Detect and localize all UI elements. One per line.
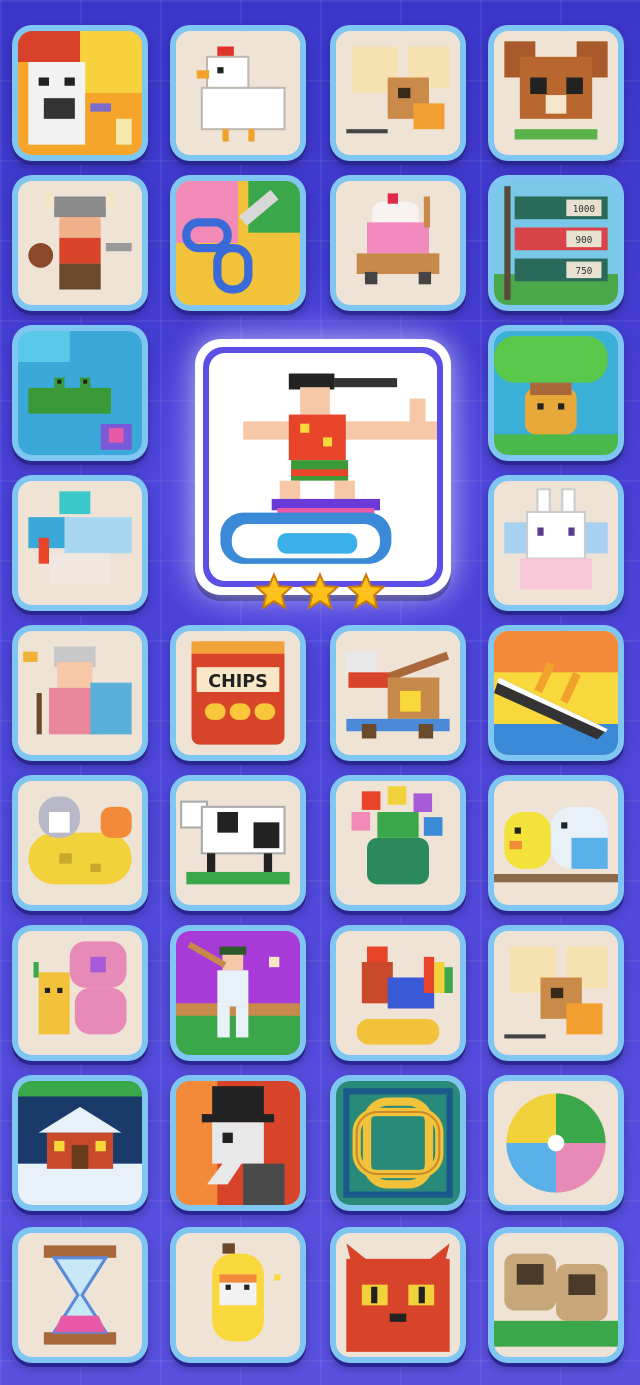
puzzle-tile-leaf-umbrella-bird[interactable] <box>488 325 624 461</box>
chihuahua-icon <box>494 31 618 155</box>
puzzle-tile-snowy-cabin[interactable] <box>12 1075 148 1211</box>
leaf-umbrella-bird-icon <box>494 331 618 455</box>
score-signs-icon: 1000 900 750 <box>494 181 618 305</box>
featured-puzzle-surfer[interactable] <box>195 339 451 595</box>
puzzle-tile-birds[interactable] <box>488 775 624 911</box>
puzzle-tile-angry-cat[interactable] <box>12 25 148 161</box>
star-icon <box>300 572 340 612</box>
hummingbird-icon <box>18 481 142 605</box>
chips-bag-icon: CHIPS <box>176 631 300 755</box>
puzzle-tile-chicken[interactable] <box>170 25 306 161</box>
featured-ring <box>203 347 443 587</box>
butterfly-icon <box>18 931 142 1055</box>
puzzle-tile-plague-doctor[interactable] <box>170 1075 306 1211</box>
featured-star-rating <box>254 572 386 612</box>
puzzle-tile-beach-ball[interactable] <box>488 1075 624 1211</box>
puzzle-tile-crocodile[interactable] <box>12 325 148 461</box>
puzzle-tile-chihuahua[interactable] <box>488 25 624 161</box>
puzzle-tile-moth-2[interactable] <box>488 925 624 1061</box>
catapult-cat-icon <box>336 631 460 755</box>
puzzle-tile-grandma[interactable] <box>12 625 148 761</box>
beach-ball-icon <box>494 1081 618 1205</box>
plague-doctor-icon <box>176 1081 300 1205</box>
score-label-3: 750 <box>576 266 593 277</box>
puzzle-tile-hummingbird[interactable] <box>12 475 148 611</box>
moon-penguin-icon <box>18 781 142 905</box>
puzzle-tile-rooster[interactable] <box>330 925 466 1061</box>
puzzle-tile-scissors[interactable] <box>170 175 306 311</box>
chicken-icon <box>176 31 300 155</box>
puzzle-tile-bunny[interactable] <box>488 475 624 611</box>
puzzle-tile-chips-bag[interactable]: CHIPS <box>170 625 306 761</box>
puzzle-tile-celtic-knot[interactable] <box>330 1075 466 1211</box>
puzzle-tile-score-signs[interactable]: 1000 900 750 <box>488 175 624 311</box>
birds-icon <box>494 781 618 905</box>
rooster-icon <box>336 931 460 1055</box>
puzzle-tile-moth[interactable] <box>330 25 466 161</box>
puzzle-tile-pug-pillows[interactable] <box>488 1227 624 1363</box>
pug-pillows-icon <box>494 1233 618 1357</box>
puzzle-tile-red-cat[interactable] <box>330 1227 466 1363</box>
chips-label: CHIPS <box>208 672 268 692</box>
hourglass-icon <box>18 1233 142 1357</box>
puzzle-tile-moon-penguin[interactable] <box>12 775 148 911</box>
crocodile-icon <box>18 331 142 455</box>
puzzle-tile-cow[interactable] <box>170 775 306 911</box>
viking-icon <box>18 181 142 305</box>
moth-icon <box>336 31 460 155</box>
puzzle-tile-hourglass[interactable] <box>12 1227 148 1363</box>
flower-bouquet-icon <box>336 781 460 905</box>
sinking-ship-icon <box>494 631 618 755</box>
star-icon <box>254 572 294 612</box>
bunny-icon <box>494 481 618 605</box>
surfer-icon <box>209 353 437 581</box>
grandma-icon <box>18 631 142 755</box>
cricket-player-icon <box>176 931 300 1055</box>
celtic-knot-icon <box>336 1081 460 1205</box>
puzzle-tile-viking[interactable] <box>12 175 148 311</box>
snowy-cabin-icon <box>18 1081 142 1205</box>
puzzle-tile-flower-bouquet[interactable] <box>330 775 466 911</box>
puzzle-tile-sinking-ship[interactable] <box>488 625 624 761</box>
scissors-icon <box>176 181 300 305</box>
red-cat-icon <box>336 1233 460 1357</box>
puzzle-tile-catapult-cat[interactable] <box>330 625 466 761</box>
moth-2-icon <box>494 931 618 1055</box>
angry-cat-icon <box>18 31 142 155</box>
puzzle-tile-butterfly[interactable] <box>12 925 148 1061</box>
banana-cat-icon <box>176 1233 300 1357</box>
puzzle-tile-cricket-player[interactable] <box>170 925 306 1061</box>
cupcake-cart-icon <box>336 181 460 305</box>
star-icon <box>346 572 386 612</box>
score-label-2: 900 <box>576 235 593 246</box>
puzzle-tile-cupcake-cart[interactable] <box>330 175 466 311</box>
puzzle-tile-banana-cat[interactable] <box>170 1227 306 1363</box>
cow-icon <box>176 781 300 905</box>
score-label-1: 1000 <box>573 204 595 215</box>
